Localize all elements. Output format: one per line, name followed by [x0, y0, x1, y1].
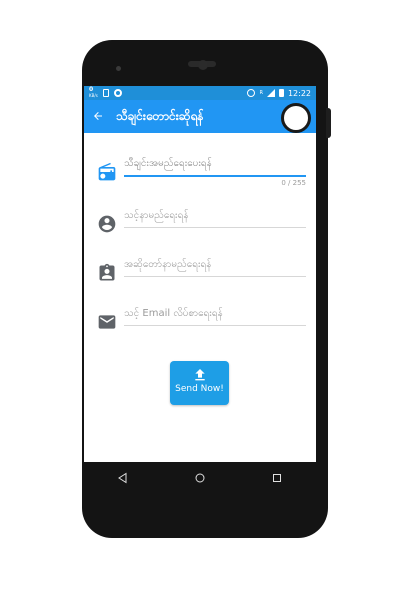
app-bar: သီချင်းတောင်းဆိုရန် — [84, 100, 316, 133]
battery-icon — [278, 89, 284, 97]
notification-icon — [113, 89, 122, 97]
network-type: R — [259, 90, 263, 96]
singer-name-input[interactable]: အဆိုတော်နာမည်ရေးရန် — [124, 257, 306, 277]
song-name-input[interactable]: သီချင်းအမည်ရေးပေးရန် — [124, 156, 306, 177]
upload-icon — [192, 367, 208, 383]
status-bar: 0 KB/s R 12:22 — [84, 86, 316, 100]
status-time: 12:22 — [287, 88, 311, 98]
contact-card-icon — [97, 263, 117, 283]
nav-home-icon[interactable] — [190, 468, 210, 488]
nav-recents-icon[interactable] — [267, 468, 287, 488]
hotspot-icon — [247, 89, 256, 97]
send-now-label: Send Now! — [175, 384, 224, 394]
power-button — [326, 108, 331, 138]
page-title: သီချင်းတောင်းဆိုရန် — [116, 108, 204, 123]
android-nav-bar — [84, 462, 316, 494]
send-now-button[interactable]: Send Now! — [170, 361, 229, 405]
proximity-sensor — [116, 66, 121, 71]
signal-icon — [266, 89, 275, 97]
email-icon — [97, 312, 117, 332]
account-circle-icon — [97, 214, 117, 234]
screen: 0 KB/s R 12:22 သီချင်းတောင်းဆိုရန် သီချင… — [84, 86, 316, 462]
nav-back-icon[interactable] — [113, 468, 133, 488]
your-name-input[interactable]: သင့်နာမည်ရေးရန် — [124, 208, 306, 228]
char-counter: 0 / 255 — [281, 179, 306, 187]
back-arrow-icon[interactable] — [84, 108, 112, 126]
network-speed-unit: KB/s — [89, 93, 98, 98]
sim-icon — [102, 89, 109, 97]
radio-icon — [97, 162, 117, 182]
network-speed: 0 KB/s — [89, 87, 98, 99]
avatar[interactable] — [281, 103, 311, 133]
email-input[interactable]: သင့် Email လိပ်စာရေးရန် — [124, 306, 306, 326]
front-camera — [198, 60, 208, 70]
